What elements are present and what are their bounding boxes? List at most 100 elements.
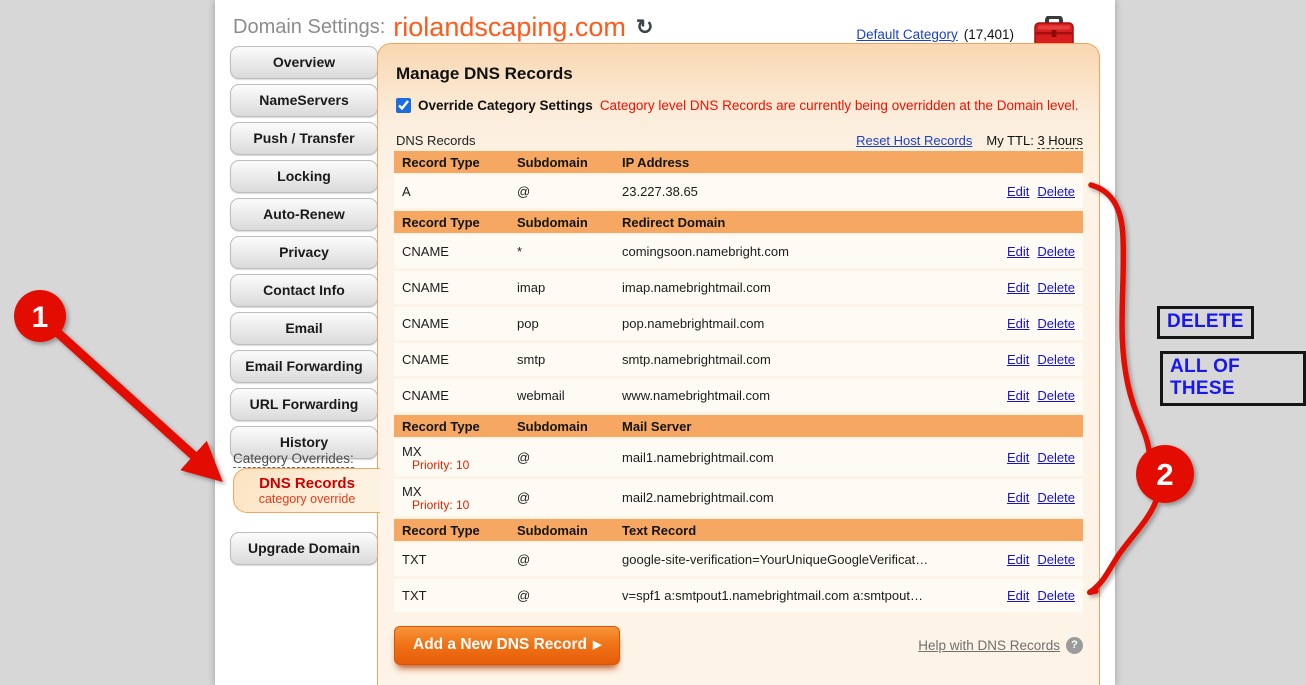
- sidebar-button-contact-info[interactable]: Contact Info: [230, 274, 378, 307]
- cell-value: comingsoon.namebright.com: [622, 244, 983, 259]
- edit-link[interactable]: Edit: [1007, 352, 1029, 367]
- cell-actions: Edit Delete: [983, 352, 1083, 367]
- refresh-icon[interactable]: ↻: [636, 17, 654, 38]
- edit-link[interactable]: Edit: [1007, 316, 1029, 331]
- cell-actions: Edit Delete: [983, 450, 1083, 465]
- cell-value: imap.namebrightmail.com: [622, 280, 983, 295]
- question-mark-icon[interactable]: ?: [1066, 637, 1083, 654]
- col-record-type: Record Type: [402, 419, 517, 434]
- panel-bottom: Add a New DNS Record ▶ Help with DNS Reco…: [394, 626, 1083, 665]
- ttl-value[interactable]: 3 Hours: [1037, 133, 1083, 149]
- sidebar-button-email-forwarding[interactable]: Email Forwarding: [230, 350, 378, 383]
- cell-subdomain: pop: [517, 316, 622, 331]
- panel-title: Manage DNS Records: [396, 64, 1083, 84]
- col-value: Text Record: [622, 523, 991, 538]
- table-row: TXT @ google-site-verification=YourUniqu…: [394, 543, 1083, 576]
- table-section-header: Record Type Subdomain Redirect Domain: [394, 211, 1083, 233]
- col-value: IP Address: [622, 155, 991, 170]
- sidebar-item-dns-records[interactable]: DNS Records category override: [233, 468, 380, 513]
- cell-actions: Edit Delete: [983, 184, 1083, 199]
- cell-subdomain: webmail: [517, 388, 622, 403]
- priority-note: Priority: 10: [412, 499, 517, 512]
- cell-value: v=spf1 a:smtpout1.namebrightmail.com a:s…: [622, 588, 983, 603]
- cell-value: pop.namebrightmail.com: [622, 316, 983, 331]
- sidebar-button-nameservers[interactable]: NameServers: [230, 84, 378, 117]
- sidebar-button-auto-renew[interactable]: Auto-Renew: [230, 198, 378, 231]
- help-dns-records-link[interactable]: Help with DNS Records: [918, 638, 1060, 653]
- table-row: A @ 23.227.38.65 EditDelete: [394, 175, 1083, 208]
- dns-records-table: Record Type Subdomain IP Address A @ 23.…: [394, 151, 1083, 612]
- cell-subdomain: smtp: [517, 352, 622, 367]
- col-subdomain: Subdomain: [517, 155, 622, 170]
- sidebar-button-privacy[interactable]: Privacy: [230, 236, 378, 269]
- cell-record-type: CNAME: [402, 244, 517, 259]
- sidebar-button-url-forwarding[interactable]: URL Forwarding: [230, 388, 378, 421]
- delete-link[interactable]: Delete: [1037, 352, 1075, 367]
- annotation-all-of-these-box: ALL OF THESE: [1160, 351, 1306, 406]
- cell-subdomain: @: [517, 184, 622, 199]
- ttl-label: My TTL:: [986, 133, 1033, 148]
- cell-value: 23.227.38.65: [622, 184, 983, 199]
- cell-subdomain: @: [517, 490, 622, 505]
- sidebar: Overview NameServers Push / Transfer Lockin…: [230, 46, 376, 464]
- cell-value: google-site-verification=YourUniqueGoogl…: [622, 552, 983, 567]
- annotation-step2-circle: [1136, 445, 1194, 503]
- delete-link[interactable]: Delete: [1037, 588, 1075, 603]
- cell-subdomain: @: [517, 450, 622, 465]
- add-dns-record-label: Add a New DNS Record: [413, 636, 587, 653]
- table-row: MXPriority: 10 @ mail1.namebrightmail.co…: [394, 439, 1083, 476]
- delete-link[interactable]: Delete: [1037, 316, 1075, 331]
- sidebar-button-overview[interactable]: Overview: [230, 46, 378, 79]
- delete-link[interactable]: Delete: [1037, 490, 1075, 505]
- category-overrides-label: Category Overrides:: [233, 451, 354, 468]
- edit-link[interactable]: Edit: [1007, 388, 1029, 403]
- cell-subdomain: @: [517, 552, 622, 567]
- sidebar-button-locking[interactable]: Locking: [230, 160, 378, 193]
- sidebar-button-push-transfer[interactable]: Push / Transfer: [230, 122, 378, 155]
- cell-subdomain: @: [517, 588, 622, 603]
- edit-link[interactable]: Edit: [1007, 184, 1029, 199]
- cell-record-type: CNAME: [402, 316, 517, 331]
- col-subdomain: Subdomain: [517, 215, 622, 230]
- delete-link[interactable]: Delete: [1037, 184, 1075, 199]
- default-category-count: (17,401): [964, 27, 1014, 42]
- ttl-setting: My TTL: 3 Hours: [986, 133, 1083, 148]
- reset-host-records-link[interactable]: Reset Host Records: [856, 133, 972, 148]
- table-row: MXPriority: 10 @ mail2.namebrightmail.co…: [394, 479, 1083, 516]
- override-category-checkbox[interactable]: [396, 98, 411, 113]
- upgrade-domain-button[interactable]: Upgrade Domain: [230, 532, 378, 565]
- delete-link[interactable]: Delete: [1037, 244, 1075, 259]
- delete-link[interactable]: Delete: [1037, 280, 1075, 295]
- delete-link[interactable]: Delete: [1037, 552, 1075, 567]
- page-header: Domain Settings: riolandscaping.com ↻: [233, 10, 654, 44]
- default-category-link[interactable]: Default Category: [856, 27, 957, 42]
- table-row: CNAME pop pop.namebrightmail.com Edit Del…: [394, 307, 1083, 340]
- cell-actions: Edit Delete: [983, 388, 1083, 403]
- cell-record-type: TXT: [402, 552, 517, 567]
- cell-actions: Edit Delete: [983, 244, 1083, 259]
- edit-link[interactable]: Edit: [1007, 490, 1029, 505]
- col-record-type: Record Type: [402, 215, 517, 230]
- add-dns-record-button[interactable]: Add a New DNS Record ▶: [394, 626, 620, 665]
- col-value: Mail Server: [622, 419, 991, 434]
- edit-link[interactable]: Edit: [1007, 244, 1029, 259]
- cell-subdomain: *: [517, 244, 622, 259]
- edit-link[interactable]: Edit: [1007, 588, 1029, 603]
- edit-link[interactable]: Edit: [1007, 552, 1029, 567]
- cell-value: mail2.namebrightmail.com: [622, 490, 983, 505]
- col-record-type: Record Type: [402, 523, 517, 538]
- cell-record-type: MXPriority: 10: [402, 484, 517, 512]
- cell-record-type: CNAME: [402, 388, 517, 403]
- right-arrow-icon: ▶: [593, 639, 601, 651]
- sidebar-button-email[interactable]: Email: [230, 312, 378, 345]
- annotation-step1-number: 1: [32, 301, 49, 334]
- edit-link[interactable]: Edit: [1007, 450, 1029, 465]
- annotation-step1-circle: [14, 290, 66, 342]
- col-record-type: Record Type: [402, 155, 517, 170]
- delete-link[interactable]: Delete: [1037, 388, 1075, 403]
- delete-link[interactable]: Delete: [1037, 450, 1075, 465]
- dns-records-tab-title: DNS Records: [259, 476, 355, 492]
- priority-note: Priority: 10: [412, 459, 517, 472]
- edit-link[interactable]: Edit: [1007, 280, 1029, 295]
- dns-records-bar: DNS Records Reset Host Records My TTL: 3…: [396, 133, 1083, 148]
